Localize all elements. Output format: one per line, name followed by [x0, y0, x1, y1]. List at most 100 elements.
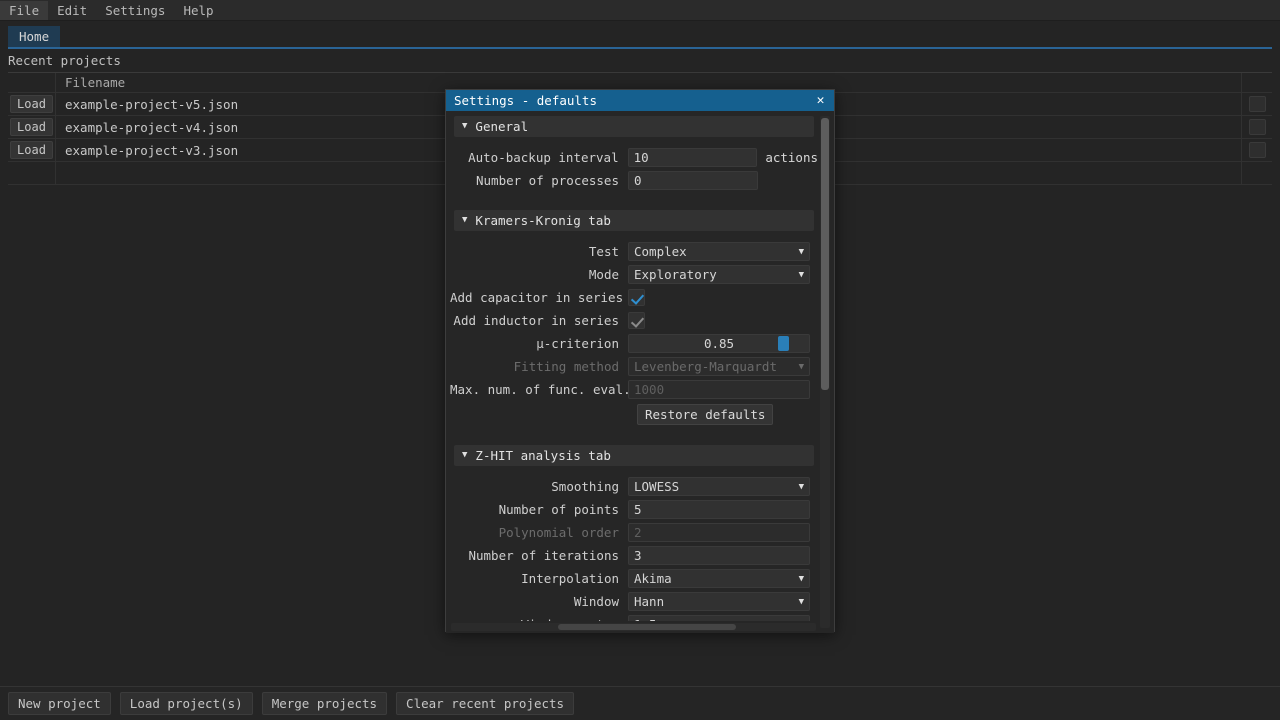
- number-of-processes-label: Number of processes: [476, 173, 619, 188]
- kk-test-label: Test: [588, 244, 619, 259]
- window-center-input[interactable]: 1.5: [628, 615, 810, 621]
- settings-dialog: Settings - defaults ✕ ▼ General Auto-bac…: [445, 89, 835, 633]
- close-icon[interactable]: ✕: [813, 93, 828, 108]
- new-project-button[interactable]: New project: [8, 692, 111, 715]
- kk-mode-select[interactable]: Exploratory ▼: [628, 265, 810, 284]
- row-number-of-points: Number of points 5: [448, 498, 818, 521]
- add-inductor-label: Add inductor in series: [453, 313, 619, 328]
- auto-backup-interval-input[interactable]: 10: [627, 148, 758, 167]
- row-auto-backup-interval: Auto-backup interval 10 actions: [448, 146, 818, 169]
- chevron-down-icon: ▼: [798, 269, 804, 280]
- load-cell: Load: [8, 93, 56, 115]
- tab-underline: [8, 47, 1272, 49]
- empty-cell: [8, 162, 56, 184]
- row-restore-defaults: Restore defaults: [448, 401, 818, 427]
- chevron-down-icon: ▼: [798, 246, 804, 257]
- dialog-horizontal-scrollbar[interactable]: [451, 623, 816, 631]
- header-cell-filename: Filename: [65, 75, 126, 90]
- recent-projects-heading: Recent projects: [8, 53, 121, 68]
- add-capacitor-label: Add capacitor in series: [450, 290, 624, 305]
- polynomial-order-input[interactable]: 2: [628, 523, 810, 542]
- row-smoothing: Smoothing LOWESS ▼: [448, 475, 818, 498]
- window-center-label: Window center: [450, 617, 628, 621]
- row-extra-cell: [1242, 139, 1272, 161]
- row-extra-cell: [1242, 93, 1272, 115]
- chevron-down-icon: ▼: [798, 596, 804, 607]
- interpolation-value: Akima: [634, 571, 672, 586]
- number-of-iterations-label: Number of iterations: [468, 548, 619, 563]
- row-window-center: Window center 1.5: [448, 613, 818, 621]
- row-window: Window Hann ▼: [448, 590, 818, 613]
- dialog-vertical-scrollbar-thumb[interactable]: [821, 118, 829, 390]
- fitting-method-value: Levenberg-Marquardt: [634, 359, 777, 374]
- row-options-button[interactable]: [1248, 119, 1266, 135]
- kk-test-select[interactable]: Complex ▼: [628, 242, 810, 261]
- fitting-method-select[interactable]: Levenberg-Marquardt ▼: [628, 357, 810, 376]
- max-func-eval-label: Max. num. of func. eval.: [450, 382, 631, 397]
- row-options-button[interactable]: [1248, 96, 1266, 112]
- add-inductor-checkbox[interactable]: [628, 312, 645, 329]
- menu-edit[interactable]: Edit: [48, 1, 96, 20]
- menu-settings[interactable]: Settings: [96, 1, 174, 20]
- menu-help[interactable]: Help: [174, 1, 222, 20]
- kk-test-value: Complex: [634, 244, 687, 259]
- section-kramers-kronig[interactable]: ▼ Kramers-Kronig tab: [454, 210, 814, 231]
- dialog-horizontal-scrollbar-thumb[interactable]: [558, 624, 736, 630]
- header-cell-extra: [1242, 73, 1272, 92]
- interpolation-select[interactable]: Akima ▼: [628, 569, 810, 588]
- number-of-processes-input[interactable]: 0: [628, 171, 758, 190]
- clear-recent-projects-button[interactable]: Clear recent projects: [396, 692, 575, 715]
- number-of-points-input[interactable]: 5: [628, 500, 810, 519]
- menu-file[interactable]: File: [0, 0, 49, 20]
- smoothing-select[interactable]: LOWESS ▼: [628, 477, 810, 496]
- load-cell: Load: [8, 116, 56, 138]
- window-value: Hann: [634, 594, 665, 609]
- chevron-down-icon: ▼: [798, 481, 804, 492]
- row-add-inductor: Add inductor in series: [448, 309, 818, 332]
- chevron-down-icon: ▼: [798, 361, 804, 372]
- section-kramers-kronig-title: Kramers-Kronig tab: [475, 213, 611, 228]
- tab-home[interactable]: Home: [8, 26, 61, 47]
- merge-projects-button[interactable]: Merge projects: [261, 692, 388, 715]
- max-func-eval-input[interactable]: 1000: [628, 380, 810, 399]
- bottom-toolbar: New project Load project(s) Merge projec…: [0, 686, 1280, 720]
- slider-handle[interactable]: [778, 336, 789, 351]
- load-button[interactable]: Load: [10, 95, 53, 113]
- kk-mode-label: Mode: [588, 267, 619, 282]
- row-add-capacitor: Add capacitor in series: [448, 286, 818, 309]
- window-select[interactable]: Hann ▼: [628, 592, 810, 611]
- load-button[interactable]: Load: [10, 141, 53, 159]
- mu-criterion-value: 0.85: [703, 336, 735, 351]
- row-fitting-method: Fitting method Levenberg-Marquardt ▼: [448, 355, 818, 378]
- row-interpolation: Interpolation Akima ▼: [448, 567, 818, 590]
- row-options-button[interactable]: [1248, 142, 1266, 158]
- number-of-iterations-input[interactable]: 3: [628, 546, 810, 565]
- window-label: Window: [573, 594, 619, 609]
- row-max-func-eval: Max. num. of func. eval. 1000: [448, 378, 818, 401]
- chevron-down-icon: ▼: [462, 450, 468, 460]
- interpolation-label: Interpolation: [521, 571, 619, 586]
- load-cell: Load: [8, 139, 56, 161]
- kk-mode-value: Exploratory: [634, 267, 717, 282]
- section-general-title: General: [475, 119, 529, 134]
- row-kk-test: Test Complex ▼: [448, 240, 818, 263]
- add-capacitor-checkbox[interactable]: [628, 289, 645, 306]
- settings-scroll-area: ▼ General Auto-backup interval 10 action…: [448, 116, 818, 621]
- load-projects-button[interactable]: Load project(s): [119, 692, 253, 715]
- row-extra-cell: [1242, 116, 1272, 138]
- dialog-title-bar[interactable]: Settings - defaults ✕: [446, 90, 834, 111]
- fitting-method-label: Fitting method: [513, 359, 619, 374]
- load-button[interactable]: Load: [10, 118, 53, 136]
- restore-defaults-button[interactable]: Restore defaults: [637, 403, 774, 425]
- row-polynomial-order: Polynomial order 2: [448, 521, 818, 544]
- row-mu-criterion: μ-criterion 0.85: [448, 332, 818, 355]
- dialog-title: Settings - defaults: [454, 93, 597, 108]
- section-zhit[interactable]: ▼ Z-HIT analysis tab: [454, 445, 814, 466]
- dialog-body: ▼ General Auto-backup interval 10 action…: [446, 111, 834, 633]
- empty-cell: [1242, 162, 1272, 184]
- row-number-of-processes: Number of processes 0: [448, 169, 818, 192]
- polynomial-order-label: Polynomial order: [498, 525, 619, 540]
- mu-criterion-slider[interactable]: 0.85: [628, 334, 810, 353]
- dialog-vertical-scrollbar[interactable]: [820, 116, 830, 628]
- section-general[interactable]: ▼ General: [454, 116, 814, 137]
